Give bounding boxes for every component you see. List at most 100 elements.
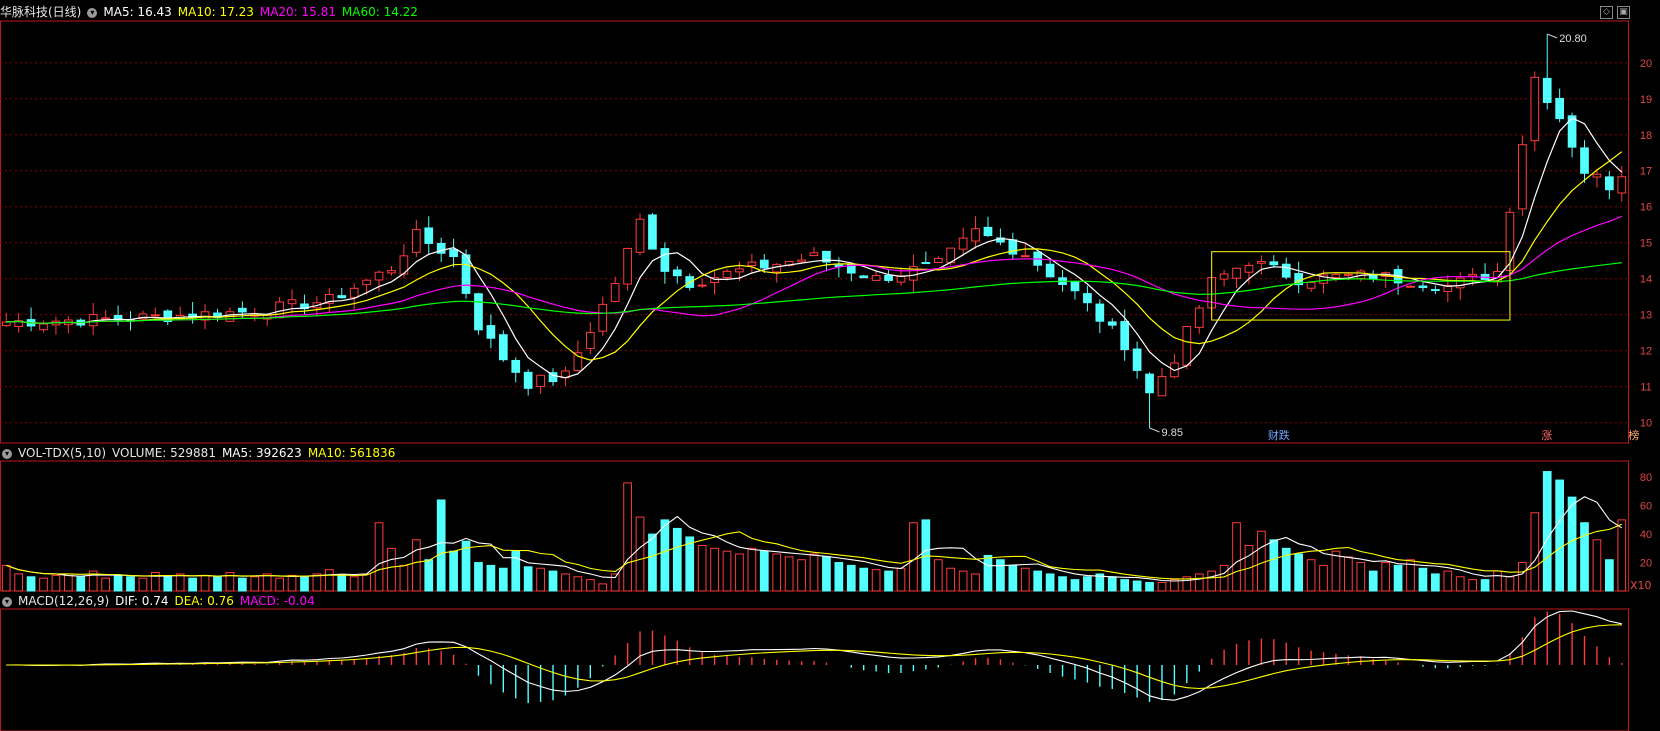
price-tick-label: 15 (1640, 238, 1652, 250)
price-tick-label: 13 (1640, 310, 1652, 322)
macd-dif-label: DIF: 0.74 (115, 594, 169, 608)
diamond-icon[interactable]: ◇ (1600, 6, 1613, 19)
volume-bar (1157, 581, 1167, 592)
volume-bar (1294, 553, 1304, 592)
volume-bar (759, 550, 769, 592)
volume-bar (735, 553, 744, 592)
candle (1431, 289, 1440, 292)
candle (697, 284, 707, 287)
candle (1107, 321, 1117, 326)
volume-bar (1120, 579, 1130, 592)
volume-bar (784, 556, 794, 592)
volume-bar (1033, 570, 1043, 592)
volume-bar (772, 553, 782, 592)
volume-bar (1480, 579, 1490, 592)
candle (1418, 285, 1428, 289)
candle (958, 237, 968, 250)
candle (735, 268, 744, 273)
low-marker-line (1149, 427, 1160, 433)
candle (648, 214, 657, 250)
candle (983, 226, 993, 237)
volume-bar (1518, 562, 1527, 592)
volume-bar (1443, 570, 1453, 592)
price-tick-label: 11 (1640, 382, 1651, 394)
candle (610, 283, 620, 302)
volume-bar (996, 559, 1005, 592)
volume-bar (1207, 570, 1217, 592)
volume-bar (175, 573, 185, 592)
volume-bar (635, 516, 645, 592)
volume-bar (1455, 576, 1465, 592)
candles (1, 34, 1627, 429)
candle (1592, 173, 1602, 178)
volume-bar (1368, 570, 1378, 592)
volume-bar (213, 576, 222, 592)
candle (1132, 348, 1142, 371)
volume-bar (1580, 522, 1589, 592)
candle (871, 275, 881, 281)
candle (1518, 144, 1527, 210)
volume-bar (648, 533, 657, 592)
volume-bar (1, 564, 11, 592)
volume-bar (1319, 564, 1328, 592)
candle (884, 274, 893, 281)
volume-bar (138, 577, 148, 592)
candle (1331, 273, 1341, 278)
candle (237, 307, 247, 313)
volume-bar (1418, 567, 1428, 592)
chart-canvas[interactable]: 20.80 9.85 财跌 涨 榜 10 11 12 13 14 15 16 17 18 19 20 20 40… (0, 0, 1660, 731)
volume-bar (1070, 579, 1080, 592)
candle (1020, 255, 1030, 258)
volume-bar (1145, 581, 1154, 592)
volume-bar (474, 562, 483, 592)
volume-bar (387, 547, 396, 592)
candle (424, 227, 434, 244)
volume-bar (884, 570, 893, 592)
candle (523, 371, 533, 389)
candle (1120, 321, 1130, 351)
volume-bar (1592, 539, 1602, 592)
volume-bar (1617, 519, 1627, 592)
candle (1542, 77, 1552, 103)
candle (747, 261, 757, 266)
volume-bar (1107, 576, 1117, 592)
candle (1468, 273, 1478, 277)
volume-bar (1083, 576, 1092, 592)
candle (722, 270, 732, 279)
candle (1095, 303, 1105, 322)
volume-bar (1530, 512, 1540, 592)
candle (1406, 285, 1415, 288)
volume-bar (163, 576, 173, 592)
price-header: 华脉科技(日线) ▾ MA5: 16.43 MA10: 17.23 MA20: 15.8… (0, 2, 424, 22)
candle (287, 299, 297, 305)
candle (362, 279, 371, 286)
volume-bar (523, 566, 533, 592)
chevron-down-icon[interactable]: ▾ (2, 448, 12, 459)
candle (337, 295, 347, 299)
high-marker-label: 20.80 (1559, 33, 1587, 45)
volume-unit: X10 (1630, 579, 1652, 592)
volume-bar (846, 564, 856, 592)
volume-bar (834, 562, 844, 592)
volume-bar (971, 573, 980, 592)
volume-bar (1269, 539, 1279, 592)
candle (1070, 281, 1080, 292)
volume-bar (1058, 576, 1067, 592)
window-toggle-icon[interactable]: ▣ (1617, 6, 1630, 19)
volume-bar (287, 574, 297, 592)
price-tick-label: 18 (1640, 130, 1652, 142)
volume-tick-label: 40 (1640, 529, 1652, 541)
vol-ma10-label: MA10: 561836 (307, 446, 396, 460)
chevron-down-icon[interactable]: ▾ (2, 596, 12, 607)
volume-tick-label: 60 (1640, 501, 1652, 513)
candle (387, 270, 396, 274)
volume-bar (324, 569, 334, 592)
volume-bar (1132, 580, 1142, 592)
volume-bar (349, 576, 359, 592)
macd-layer (6, 610, 1623, 704)
volume-bar (26, 576, 36, 592)
event-marker-marker_2: 涨 (1541, 429, 1552, 442)
candle (772, 263, 782, 273)
chevron-down-icon[interactable]: ▾ (87, 7, 98, 18)
volume-bar (237, 577, 247, 592)
